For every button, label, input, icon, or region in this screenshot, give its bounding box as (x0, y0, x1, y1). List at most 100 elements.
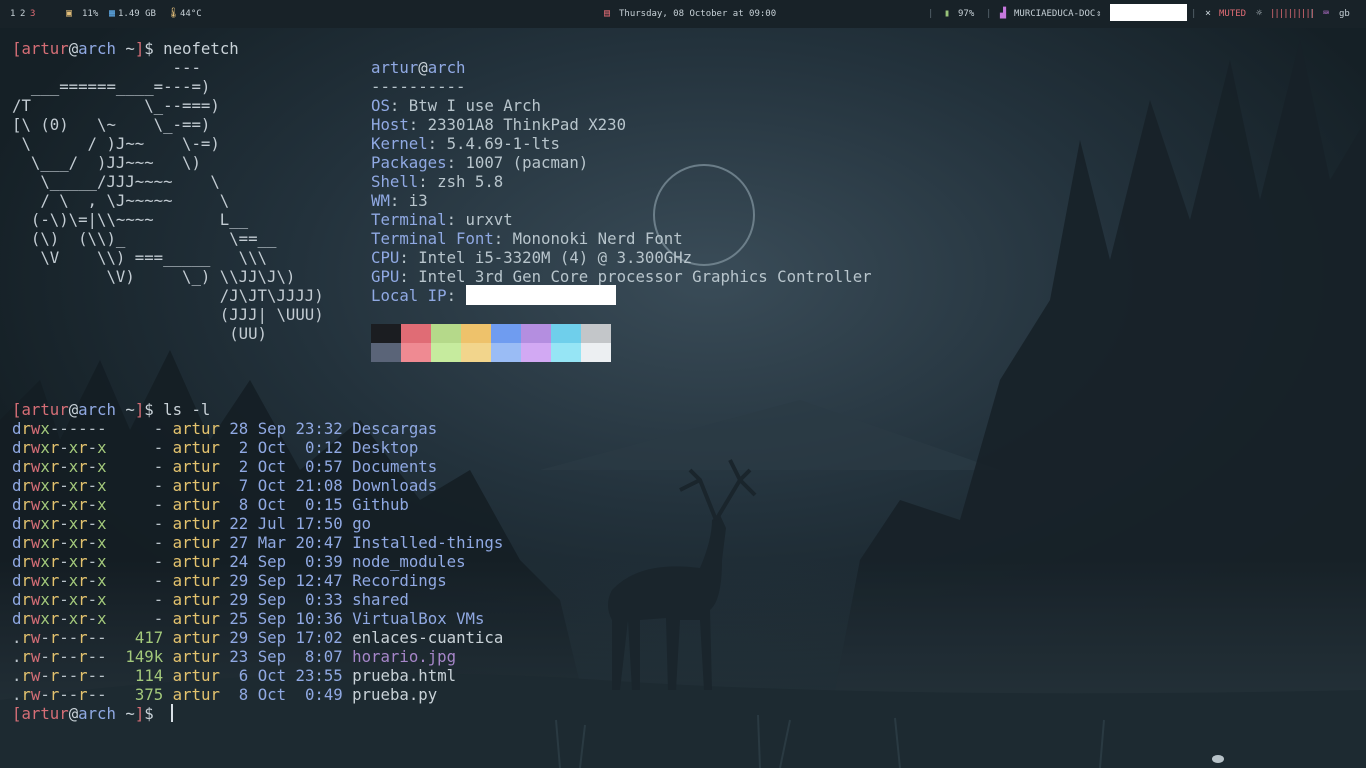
terminal-window[interactable]: [artur@arch ~]$ neofetch --- ___======__… (0, 0, 1366, 768)
file-day: 29 (229, 571, 249, 590)
color-swatch (551, 324, 581, 343)
file-owner: artur (172, 457, 220, 476)
file-size: - (153, 419, 164, 438)
file-day: 24 (229, 552, 249, 571)
color-swatch (431, 343, 461, 362)
prompt-line[interactable]: [artur@arch ~]$ (12, 704, 163, 723)
file-name[interactable]: shared (352, 590, 409, 609)
ls-row: .rw-r--r-- 114 artur 6 Oct 23:55 prueba.… (12, 666, 456, 685)
info-key: Host (371, 115, 409, 134)
file-owner: artur (172, 438, 220, 457)
info-key: GPU (371, 267, 400, 286)
file-time: 21:08 (295, 476, 343, 495)
command-text: neofetch (163, 39, 239, 58)
file-permissions: drwxr-xr-x (12, 552, 107, 571)
file-name[interactable]: Desktop (352, 438, 418, 457)
file-size: - (153, 609, 164, 628)
file-day: 22 (229, 514, 249, 533)
info-key: Kernel (371, 134, 428, 153)
file-name[interactable]: go (352, 514, 371, 533)
info-value: Mononoki Nerd Font (512, 229, 683, 248)
info-row: OS: Btw I use Arch (371, 96, 542, 115)
file-size: 149k (125, 647, 164, 666)
file-size: - (153, 495, 164, 514)
info-value: Btw I use Arch (408, 96, 542, 115)
file-time: 23:55 (295, 666, 343, 685)
color-swatch (491, 324, 521, 343)
file-time: 8:07 (304, 647, 343, 666)
file-owner: artur (172, 666, 220, 685)
file-time: 10:36 (295, 609, 343, 628)
color-swatch (581, 343, 611, 362)
file-month: Sep (257, 571, 287, 590)
file-month: Oct (257, 495, 287, 514)
file-size: - (153, 457, 164, 476)
file-day: 29 (229, 628, 249, 647)
file-name[interactable]: Recordings (352, 571, 446, 590)
file-day: 27 (229, 533, 249, 552)
file-month: Sep (257, 419, 287, 438)
file-permissions: .rw-r--r-- (12, 666, 107, 685)
file-size: 417 (134, 628, 164, 647)
file-month: Oct (257, 666, 287, 685)
ls-row: drwxr-xr-x - artur 8 Oct 0:15 Github (12, 495, 409, 514)
file-time: 20:47 (295, 533, 343, 552)
file-owner: artur (172, 552, 220, 571)
info-key: Local IP (371, 286, 447, 305)
file-day: 7 (238, 476, 249, 495)
file-permissions: drwxr-xr-x (12, 533, 107, 552)
file-size: - (153, 514, 164, 533)
ascii-line: /J\JT\JJJJ) (12, 286, 324, 305)
info-row: CPU: Intel i5-3320M (4) @ 3.300GHz (371, 248, 693, 267)
file-day: 6 (238, 666, 249, 685)
color-swatch (431, 324, 461, 343)
ls-row: drwx------ - artur 28 Sep 23:32 Descarga… (12, 419, 437, 438)
file-month: Oct (257, 438, 287, 457)
file-name[interactable]: prueba.py (352, 685, 437, 704)
file-name[interactable]: Installed-things (352, 533, 503, 552)
file-owner: artur (172, 571, 220, 590)
info-key: Packages (371, 153, 447, 172)
info-key: Shell (371, 172, 419, 191)
file-month: Oct (257, 457, 287, 476)
file-size: - (153, 476, 164, 495)
file-month: Sep (257, 647, 287, 666)
file-name[interactable]: Downloads (352, 476, 437, 495)
file-owner: artur (172, 609, 220, 628)
info-value: 5.4.69-1-lts (446, 134, 560, 153)
file-owner: artur (172, 685, 220, 704)
file-time: 0:15 (304, 495, 343, 514)
info-key: WM (371, 191, 390, 210)
ls-row: drwxr-xr-x - artur 29 Sep 0:33 shared (12, 590, 409, 609)
file-name[interactable]: Github (352, 495, 409, 514)
info-value: 23301A8 ThinkPad X230 (427, 115, 627, 134)
ascii-line: (JJJ| \UUU) (12, 305, 324, 324)
ascii-line: / \ , \J~~~~~ \ (12, 191, 230, 210)
ascii-line: [\ (0) \~ \_-==) (12, 115, 211, 134)
ls-row: .rw-r--r-- 149k artur 23 Sep 8:07 horari… (12, 647, 456, 666)
file-permissions: drwxr-xr-x (12, 495, 107, 514)
file-name[interactable]: enlaces-cuantica (352, 628, 503, 647)
info-value: urxvt (465, 210, 513, 229)
file-time: 17:02 (295, 628, 343, 647)
file-name[interactable]: VirtualBox VMs (352, 609, 484, 628)
file-month: Jul (257, 514, 287, 533)
info-value: i3 (408, 191, 428, 210)
ls-row: drwxr-xr-x - artur 24 Sep 0:39 node_modu… (12, 552, 466, 571)
color-swatch (461, 324, 491, 343)
file-owner: artur (172, 476, 220, 495)
file-name[interactable]: Descargas (352, 419, 437, 438)
info-value: Intel i5-3320M (4) @ 3.300GHz (418, 248, 693, 267)
file-name[interactable]: prueba.html (352, 666, 456, 685)
file-name[interactable]: Documents (352, 457, 437, 476)
file-name[interactable]: node_modules (352, 552, 465, 571)
ls-row: drwxr-xr-x - artur 29 Sep 12:47 Recordin… (12, 571, 447, 590)
info-separator: ---------- (371, 77, 466, 96)
file-owner: artur (172, 495, 220, 514)
info-value: Intel 3rd Gen Core processor Graphics Co… (418, 267, 872, 286)
file-size: - (153, 590, 164, 609)
file-day: 2 (238, 457, 249, 476)
color-swatch (461, 343, 491, 362)
file-name[interactable]: horario.jpg (352, 647, 456, 666)
info-row: Packages: 1007 (pacman) (371, 153, 589, 172)
